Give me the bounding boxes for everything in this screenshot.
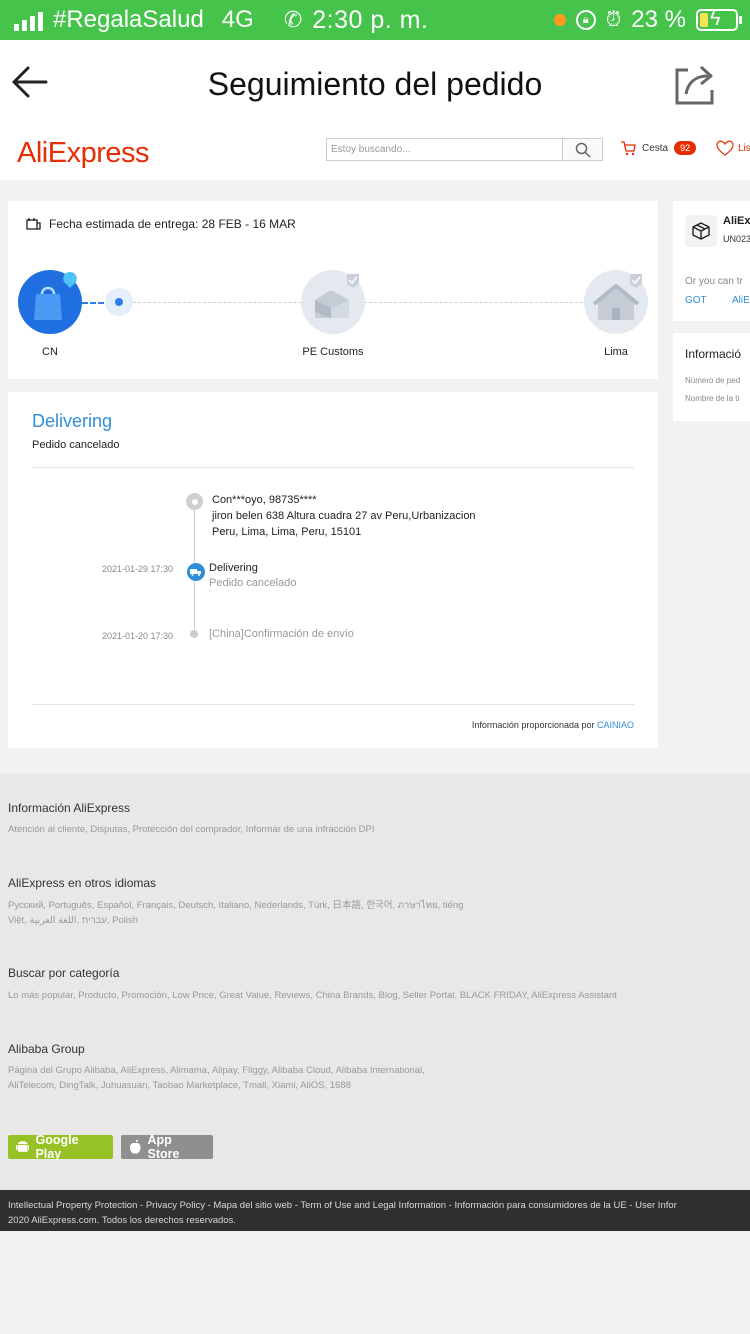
carrier-card: AliEx UN023 Or you can tr GOT AliE [673,201,750,321]
heart-icon [716,140,734,156]
battery-percent: 23 % [631,6,686,33]
battery-icon: ϟ [696,8,742,31]
phone-icon: ✆ [283,7,303,32]
carrier-note: Or you can tr [685,276,743,287]
page-title: Seguimiento del pedido [207,66,543,102]
location-pin-icon [186,493,203,510]
status-subtitle: Pedido cancelado [32,439,120,451]
current-position-marker [105,288,133,316]
customs-node [301,270,365,334]
truck-icon [187,563,205,581]
divider [32,704,634,705]
app-store-label: App Store [147,1133,180,1161]
rotation-lock-icon: 🔒︎ [575,10,596,30]
share-icon[interactable] [674,62,716,106]
footer-links[interactable]: Página del Grupo Alibaba, AliExpress, Al… [8,1063,473,1093]
mic-indicator-icon [553,14,566,26]
app-header: Seguimiento del pedido [0,40,750,130]
status-time: 2:30 p. m. [312,5,429,34]
order-info-title: Informació [685,347,742,361]
wishlist-label: Lis [738,142,750,154]
event-date: 2021-01-29 17:30 [101,564,173,574]
calendar-truck-icon [26,218,41,230]
cart-link[interactable]: Cesta 92 [620,140,697,156]
copyright: 2020 AliExpress.com. Todos los derechos … [8,1215,236,1226]
address-line-2: jiron belen 638 Altura cuadra 27 av Peru… [212,510,476,522]
event-date: 2021-01-20 17:30 [101,631,173,641]
site-header: AliExpress Estoy buscando... Cesta 92 Li… [0,130,750,180]
address-line-1: Con***oyo, 98735**** [212,494,317,506]
search-input[interactable]: Estoy buscando... [326,138,563,161]
provider-link[interactable]: CAINIAO [597,720,634,730]
timeline-dot [190,630,198,638]
origin-node [18,270,82,334]
event-description: Pedido cancelado [209,577,297,589]
google-play-label: Google Play [35,1133,79,1161]
site-footer: Información AliExpress Atención al clien… [0,773,750,1190]
apple-icon [129,1139,141,1154]
provider-credit: Información proporcionada por CAINIAO [472,720,634,730]
footer-links[interactable]: Atención al cliente, Disputas, Protecció… [8,822,708,837]
house-icon [592,274,642,320]
node-label-lima: Lima [604,346,628,358]
tracking-status-card: Delivering Pedido cancelado Con***oyo, 9… [8,392,658,748]
delivery-estimate-text: Fecha estimada de entrega: 28 FEB - 16 M… [49,217,296,231]
search-icon [575,142,591,158]
status-title: Delivering [32,411,113,431]
event-title: Delivering [209,562,258,574]
tracking-code: UN023 [723,234,750,244]
route-line [133,302,608,303]
delivery-estimate: Fecha estimada de entrega: 28 FEB - 16 M… [26,217,296,231]
destination-node [584,270,648,334]
google-play-button[interactable]: Google Play [8,1133,113,1161]
signal-icon [14,9,43,31]
footer-heading: AliExpress en otros idiomas [8,876,157,890]
carrier-link[interactable]: AliE [732,295,750,306]
network-type: 4G [221,6,254,33]
event-description: [China]Confirmación de envío [209,628,354,640]
address-line-3: Peru, Lima, Lima, Peru, 15101 [212,526,362,538]
cart-label: Cesta [642,142,669,154]
package-icon [685,215,717,247]
legal-links[interactable]: Intellectual Property Protection - Priva… [8,1198,742,1213]
shipping-address: Con***oyo, 98735**** jiron belen 638 Alt… [212,492,476,540]
search-button[interactable] [563,138,603,161]
delivery-progress-card: Fecha estimada de entrega: 28 FEB - 16 M… [8,201,658,379]
carrier-name: AliEx [723,215,750,227]
store-name-label: Nombre de la ti [685,394,740,403]
divider [32,467,634,468]
alarm-icon: ⏰︎ [605,8,622,31]
cart-count-badge: 92 [674,141,697,155]
carrier-name: #RegalaSalud [53,6,204,33]
footer-heading: Información AliExpress [8,801,131,815]
footer-links[interactable]: Lo más popular, Producto, Promoción, Low… [8,988,708,1003]
footer-heading: Buscar por categoría [8,966,120,980]
carrier-link[interactable]: GOT [685,295,707,306]
node-label-cn: CN [42,346,58,358]
shopping-bag-icon [34,272,77,320]
aliexpress-logo[interactable]: AliExpress [17,137,150,170]
customs-building-icon [315,274,359,318]
app-store-button[interactable]: App Store [121,1133,213,1161]
android-icon [16,1141,30,1152]
footer-heading: Alibaba Group [8,1042,85,1056]
cart-icon [621,141,636,156]
legal-bar: Intellectual Property Protection - Priva… [0,1190,750,1231]
wishlist-link[interactable]: Lis [716,140,750,156]
node-label-pe-customs: PE Customs [302,346,364,358]
status-bar: #RegalaSalud 4G ✆ 2:30 p. m. 🔒︎ ⏰︎ 23 % … [0,0,750,40]
order-info-card: Informació Número de ped Nombre de la ti [673,333,750,421]
order-number-label: Número de ped [685,376,741,385]
footer-links[interactable]: Русский, Português, Español, Français, D… [8,898,478,928]
provider-credit-text: Información proporcionada por [471,720,597,730]
